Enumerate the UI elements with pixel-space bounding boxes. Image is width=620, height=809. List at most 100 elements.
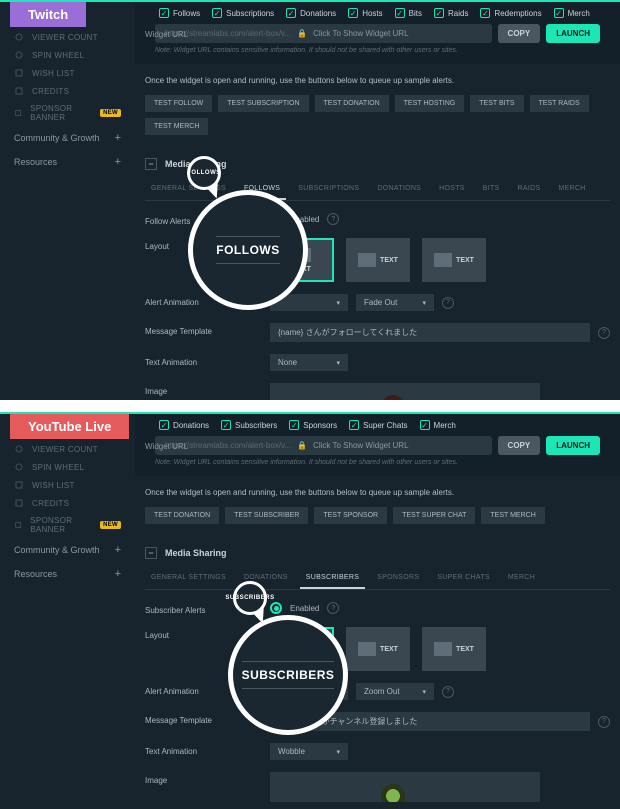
tab-sponsors[interactable]: Sponsors xyxy=(371,568,425,589)
image-preview[interactable] xyxy=(270,772,540,802)
alert-sprite xyxy=(381,395,405,400)
message-template-label: Message Template xyxy=(145,323,270,336)
sidebar-section-resources[interactable]: Resources+ xyxy=(0,150,135,174)
tab-donations[interactable]: Donations xyxy=(371,179,427,200)
test-follow-button[interactable]: Test Follow xyxy=(145,95,212,112)
widget-url-box[interactable]: https://streamlabs.com/alert-box/v...🔒Cl… xyxy=(155,24,492,43)
check-donations[interactable]: ✓Donations xyxy=(159,420,209,430)
check-merch[interactable]: ✓Merch xyxy=(420,420,456,430)
layout-option-3[interactable]: TEXT xyxy=(422,238,486,282)
plus-icon: + xyxy=(115,544,121,556)
check-redemptions[interactable]: ✓Redemptions xyxy=(480,8,541,18)
help-icon[interactable]: ? xyxy=(442,686,454,698)
text-animation-label: Text Animation xyxy=(145,354,270,367)
collapse-icon: − xyxy=(145,158,157,170)
sidebar-item-wish-list[interactable]: Wish List xyxy=(0,64,135,82)
test-subscription-button[interactable]: Test Subscription xyxy=(218,95,308,112)
plus-icon: + xyxy=(115,132,121,144)
panel-twitch: Twitch Widget URL Viewer Count Spin Whee… xyxy=(0,0,620,400)
tab-subscriptions[interactable]: Subscriptions xyxy=(292,179,365,200)
anim-out-select[interactable]: Fade Out▾ xyxy=(356,294,434,311)
launch-button[interactable]: Launch xyxy=(546,436,600,455)
lock-icon: 🔒 xyxy=(297,29,307,38)
tab-superchats[interactable]: Super Chats xyxy=(431,568,496,589)
test-buttons: Test Donation Test Subscriber Test Spons… xyxy=(145,507,610,524)
magnify-small: FOLLOWS xyxy=(187,156,221,190)
test-bits-button[interactable]: Test Bits xyxy=(470,95,523,112)
url-note: Note: Widget URL contains sensitive info… xyxy=(155,459,600,466)
sidebar-item-spin-wheel[interactable]: Spin Wheel xyxy=(0,458,135,476)
test-donation-button[interactable]: Test Donation xyxy=(145,507,219,524)
check-subscriptions[interactable]: ✓Subscriptions xyxy=(212,8,274,18)
message-template-input[interactable] xyxy=(270,323,590,342)
help-icon[interactable]: ? xyxy=(598,327,610,339)
check-bits[interactable]: ✓Bits xyxy=(395,8,422,18)
image-label: Image xyxy=(145,772,270,785)
sidebar-item-credits[interactable]: Credits xyxy=(0,82,135,100)
ribbon-youtube: YouTube Live xyxy=(10,414,129,439)
sidebar-section-community[interactable]: Community & Growth+ xyxy=(0,126,135,150)
help-icon[interactable]: ? xyxy=(327,213,339,225)
image-preview[interactable] xyxy=(270,383,540,400)
tab-raids[interactable]: Raids xyxy=(512,179,547,200)
section-media-sharing[interactable]: −Media Sharing xyxy=(145,538,610,568)
check-merch[interactable]: ✓Merch xyxy=(554,8,590,18)
tab-hosts[interactable]: Hosts xyxy=(433,179,471,200)
test-raids-button[interactable]: Test Raids xyxy=(530,95,589,112)
panel-youtube: YouTube Live Widget URL Viewer Count Spi… xyxy=(0,412,620,809)
check-raids[interactable]: ✓Raids xyxy=(434,8,468,18)
collapse-icon: − xyxy=(145,547,157,559)
sidebar-item-wish-list[interactable]: Wish List xyxy=(0,476,135,494)
help-icon[interactable]: ? xyxy=(598,716,610,728)
layout-option-2[interactable]: TEXT xyxy=(346,238,410,282)
image-label: Image xyxy=(145,383,270,396)
check-subscribers[interactable]: ✓Subscribers xyxy=(221,420,277,430)
check-donations[interactable]: ✓Donations xyxy=(286,8,336,18)
test-hosting-button[interactable]: Test Hosting xyxy=(395,95,465,112)
sidebar-item-viewer-count[interactable]: Viewer Count xyxy=(0,440,135,458)
anim-out-select[interactable]: Zoom Out▾ xyxy=(356,683,434,700)
main-content: ✓Follows ✓Subscriptions ✓Donations ✓Host… xyxy=(135,2,620,400)
test-sponsor-button[interactable]: Test Sponsor xyxy=(314,507,387,524)
url-note: Note: Widget URL contains sensitive info… xyxy=(155,47,600,54)
sidebar-item-sponsor-banner[interactable]: Sponsor BannerNEW xyxy=(0,100,135,126)
test-subscriber-button[interactable]: Test Subscriber xyxy=(225,507,308,524)
enabled-radio[interactable] xyxy=(270,602,282,614)
tab-general[interactable]: General Settings xyxy=(145,568,232,589)
sidebar-section-community[interactable]: Community & Growth+ xyxy=(0,538,135,562)
tab-bits[interactable]: Bits xyxy=(477,179,506,200)
copy-button[interactable]: Copy xyxy=(498,24,541,43)
layout-option-3[interactable]: TEXT xyxy=(422,627,486,671)
layout-option-2[interactable]: TEXT xyxy=(346,627,410,671)
lock-icon: 🔒 xyxy=(297,441,307,450)
check-hosts[interactable]: ✓Hosts xyxy=(348,8,382,18)
test-merch-button[interactable]: Test Merch xyxy=(481,507,544,524)
text-animation-label: Text Animation xyxy=(145,743,270,756)
instructions: Once the widget is open and running, use… xyxy=(145,488,610,497)
test-donation-button[interactable]: Test Donation xyxy=(315,95,389,112)
sidebar-item-viewer-count[interactable]: Viewer Count xyxy=(0,28,135,46)
plus-icon: + xyxy=(115,156,121,168)
tab-merch[interactable]: Merch xyxy=(502,568,541,589)
launch-button[interactable]: Launch xyxy=(546,24,600,43)
sidebar-item-sponsor-banner[interactable]: Sponsor BannerNEW xyxy=(0,512,135,538)
check-superchats[interactable]: ✓Super Chats xyxy=(349,420,407,430)
check-follows[interactable]: ✓Follows xyxy=(159,8,200,18)
text-animation-select[interactable]: Wobble▾ xyxy=(270,743,348,760)
main-content: ✓Donations ✓Subscribers ✓Sponsors ✓Super… xyxy=(135,414,620,809)
test-merch-button[interactable]: Test Merch xyxy=(145,118,208,135)
sidebar-section-resources[interactable]: Resources+ xyxy=(0,562,135,586)
widget-url-box[interactable]: https://streamlabs.com/alert-box/v...🔒Cl… xyxy=(155,436,492,455)
check-sponsors[interactable]: ✓Sponsors xyxy=(289,420,337,430)
copy-button[interactable]: Copy xyxy=(498,436,541,455)
help-icon[interactable]: ? xyxy=(442,297,454,309)
test-superchat-button[interactable]: Test Super Chat xyxy=(393,507,475,524)
sidebar-item-credits[interactable]: Credits xyxy=(0,494,135,512)
help-icon[interactable]: ? xyxy=(327,602,339,614)
sidebar-item-spin-wheel[interactable]: Spin Wheel xyxy=(0,46,135,64)
magnify-large: SUBSCRIBERS xyxy=(228,615,348,735)
tab-subscribers[interactable]: Subscribers xyxy=(300,568,365,589)
test-buttons: Test Follow Test Subscription Test Donat… xyxy=(145,95,610,135)
tab-merch[interactable]: Merch xyxy=(552,179,591,200)
text-animation-select[interactable]: None▾ xyxy=(270,354,348,371)
